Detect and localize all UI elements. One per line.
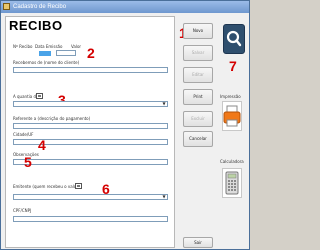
client-lookup-icon[interactable] (36, 93, 43, 99)
print-button[interactable]: Print (183, 89, 213, 105)
number-field[interactable] (39, 51, 51, 56)
value-label: Valor (71, 44, 82, 49)
edit-button[interactable]: Editar (183, 67, 213, 83)
issuer-field[interactable] (13, 194, 168, 200)
search-icon (226, 30, 242, 47)
city-field[interactable] (13, 139, 168, 145)
new-button[interactable]: Novo (183, 23, 213, 39)
cancel-button[interactable]: Cancelar (183, 131, 213, 147)
chevron-down-icon[interactable]: ▼ (161, 194, 167, 200)
number-label: Nº Recibo (13, 44, 33, 49)
payer-field[interactable] (13, 67, 168, 73)
payer-label: Recebemos de (nome do cliente) (13, 60, 80, 65)
annotation-5: 5 (24, 154, 32, 170)
title-bar: Cadastro de Recibo (1, 1, 249, 13)
search-button[interactable] (223, 24, 245, 54)
calculator-label: Calculadora (220, 159, 244, 164)
receipt-window: Cadastro de Recibo RECIBO Nº Recibo Data… (0, 0, 250, 250)
window-title: Cadastro de Recibo (13, 4, 67, 10)
chevron-down-icon[interactable]: ▼ (161, 101, 167, 107)
app-icon (3, 3, 10, 10)
date-label: Data Emissão (35, 44, 63, 49)
observations-field[interactable] (13, 159, 168, 165)
date-field[interactable] (56, 50, 76, 56)
annotation-4: 4 (38, 137, 46, 153)
amount-words-label: A quantia de (13, 94, 39, 99)
issuer-lookup-icon[interactable] (75, 183, 82, 189)
cpf-label: CPF/CNPJ (13, 208, 32, 213)
printer-label: Impressão (220, 94, 241, 99)
amount-words-field[interactable] (13, 101, 168, 107)
cpf-field[interactable] (13, 216, 168, 222)
save-button[interactable]: Salvar (183, 45, 213, 61)
exit-button[interactable]: Sair (183, 237, 213, 248)
city-label: Cidade/UF (13, 132, 34, 137)
issuer-label: Emitente (quem recebeu o valor) (13, 184, 80, 189)
annotation-7: 7 (229, 58, 237, 74)
calculator-icon (225, 171, 239, 195)
printer-icon (223, 105, 241, 127)
form-heading: RECIBO (9, 18, 63, 33)
reference-field[interactable] (13, 123, 168, 129)
printer-button[interactable] (222, 101, 242, 131)
reference-label: Referente a (descrição do pagamento) (13, 116, 91, 121)
annotation-2: 2 (87, 45, 95, 61)
calculator-button[interactable] (222, 168, 242, 198)
delete-button[interactable]: Excluir (183, 111, 213, 127)
